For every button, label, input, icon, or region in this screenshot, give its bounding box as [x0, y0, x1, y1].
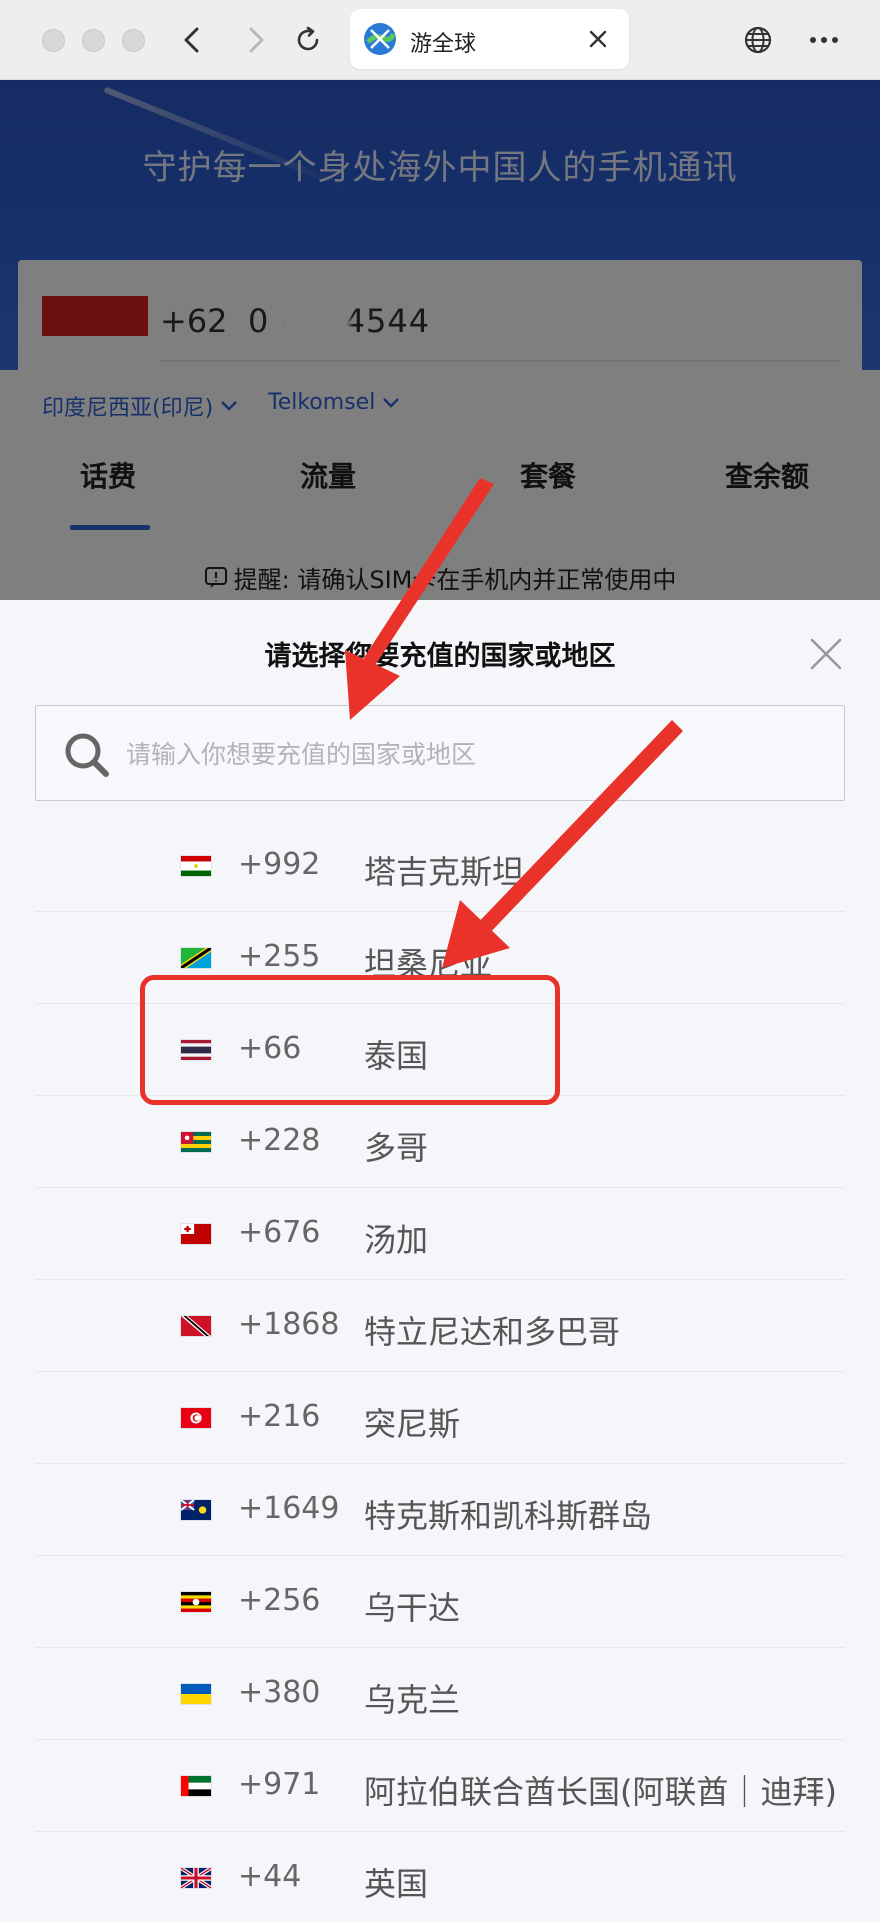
- uganda-flag-icon: [180, 1591, 212, 1613]
- country-name: 特立尼达和多巴哥: [364, 1313, 621, 1351]
- country-name: 突尼斯: [364, 1405, 461, 1443]
- ukraine-flag-icon: [180, 1683, 212, 1705]
- country-dial-code: +380: [238, 1675, 321, 1710]
- country-name: 英国: [364, 1865, 429, 1903]
- country-dial-code: +1649: [238, 1491, 340, 1526]
- uk-flag-icon: [180, 1867, 212, 1889]
- country-row-ukraine[interactable]: +380 乌克兰: [0, 1648, 880, 1740]
- country-dial-code: +255: [238, 939, 321, 974]
- back-button[interactable]: [170, 18, 214, 62]
- country-row-uae[interactable]: +971 阿拉伯联合酋长国(阿联酋｜迪拜): [0, 1740, 880, 1832]
- search-box: [35, 705, 845, 801]
- reload-icon: [297, 26, 319, 51]
- chevron-right-icon: [249, 27, 264, 53]
- togo-flag-icon: [180, 1131, 212, 1153]
- search-input[interactable]: [126, 726, 826, 782]
- close-icon: [589, 30, 607, 48]
- reload-button[interactable]: [286, 18, 330, 62]
- more-menu-button[interactable]: [802, 18, 846, 62]
- country-name: 汤加: [364, 1221, 429, 1259]
- sheet-title: 请选择您要充值的国家或地区: [264, 641, 616, 672]
- chevron-left-icon: [184, 27, 199, 53]
- browser-toolbar: 游全球: [0, 0, 880, 80]
- turks-caicos-flag-icon: [180, 1499, 212, 1521]
- country-row-trinidad[interactable]: +1868 特立尼达和多巴哥: [0, 1280, 880, 1372]
- country-dial-code: +1868: [238, 1307, 340, 1342]
- country-row-uk[interactable]: +44 英国: [0, 1832, 880, 1922]
- country-dial-code: +44: [238, 1859, 302, 1894]
- country-dial-code: +992: [238, 847, 321, 882]
- country-name: 特克斯和凯科斯群岛: [364, 1497, 653, 1535]
- forward-button[interactable]: [234, 18, 278, 62]
- tanzania-flag-icon: [180, 947, 212, 969]
- window-minimize-dot[interactable]: [82, 29, 105, 52]
- country-dial-code: +676: [238, 1215, 321, 1250]
- window-close-dot[interactable]: [42, 29, 65, 52]
- language-button[interactable]: [736, 18, 780, 62]
- country-row-tajikistan[interactable]: +992 塔吉克斯坦: [0, 820, 880, 912]
- country-row-togo[interactable]: +228 多哥: [0, 1096, 880, 1188]
- country-row-uganda[interactable]: +256 乌干达: [0, 1556, 880, 1648]
- window-zoom-dot[interactable]: [122, 29, 145, 52]
- country-name: 阿拉伯联合酋长国(阿联酋｜迪拜): [364, 1773, 837, 1811]
- search-icon: [65, 733, 109, 777]
- country-name: 塔吉克斯坦: [364, 853, 525, 891]
- tab-title: 游全球: [410, 32, 477, 57]
- country-name: 乌干达: [364, 1589, 461, 1627]
- country-dial-code: +971: [238, 1767, 321, 1802]
- country-row-turks-caicos[interactable]: +1649 特克斯和凯科斯群岛: [0, 1464, 880, 1556]
- more-dots-icon: [810, 37, 838, 43]
- country-row-tunisia[interactable]: +216 突尼斯: [0, 1372, 880, 1464]
- tunisia-flag-icon: [180, 1407, 212, 1429]
- country-dial-code: +228: [238, 1123, 321, 1158]
- browser-tab[interactable]: 游全球: [350, 9, 629, 69]
- country-row-tonga[interactable]: +676 汤加: [0, 1188, 880, 1280]
- site-globe-icon: [364, 23, 396, 55]
- tab-close-button[interactable]: [582, 23, 614, 55]
- country-name: 多哥: [364, 1129, 429, 1167]
- tajikistan-flag-icon: [180, 855, 212, 877]
- trinidad-flag-icon: [180, 1315, 212, 1337]
- country-dial-code: +256: [238, 1583, 321, 1618]
- uae-flag-icon: [180, 1775, 212, 1797]
- globe-icon: [744, 26, 772, 54]
- country-picker-sheet: 请选择您要充值的国家或地区 +992塔吉克斯坦+255坦桑尼亚+66泰国+228…: [0, 600, 880, 1922]
- country-dial-code: +216: [238, 1399, 321, 1434]
- tonga-flag-icon: [180, 1223, 212, 1245]
- country-name: 乌克兰: [364, 1681, 461, 1719]
- close-icon[interactable]: [808, 636, 844, 672]
- highlight-box: [140, 975, 560, 1105]
